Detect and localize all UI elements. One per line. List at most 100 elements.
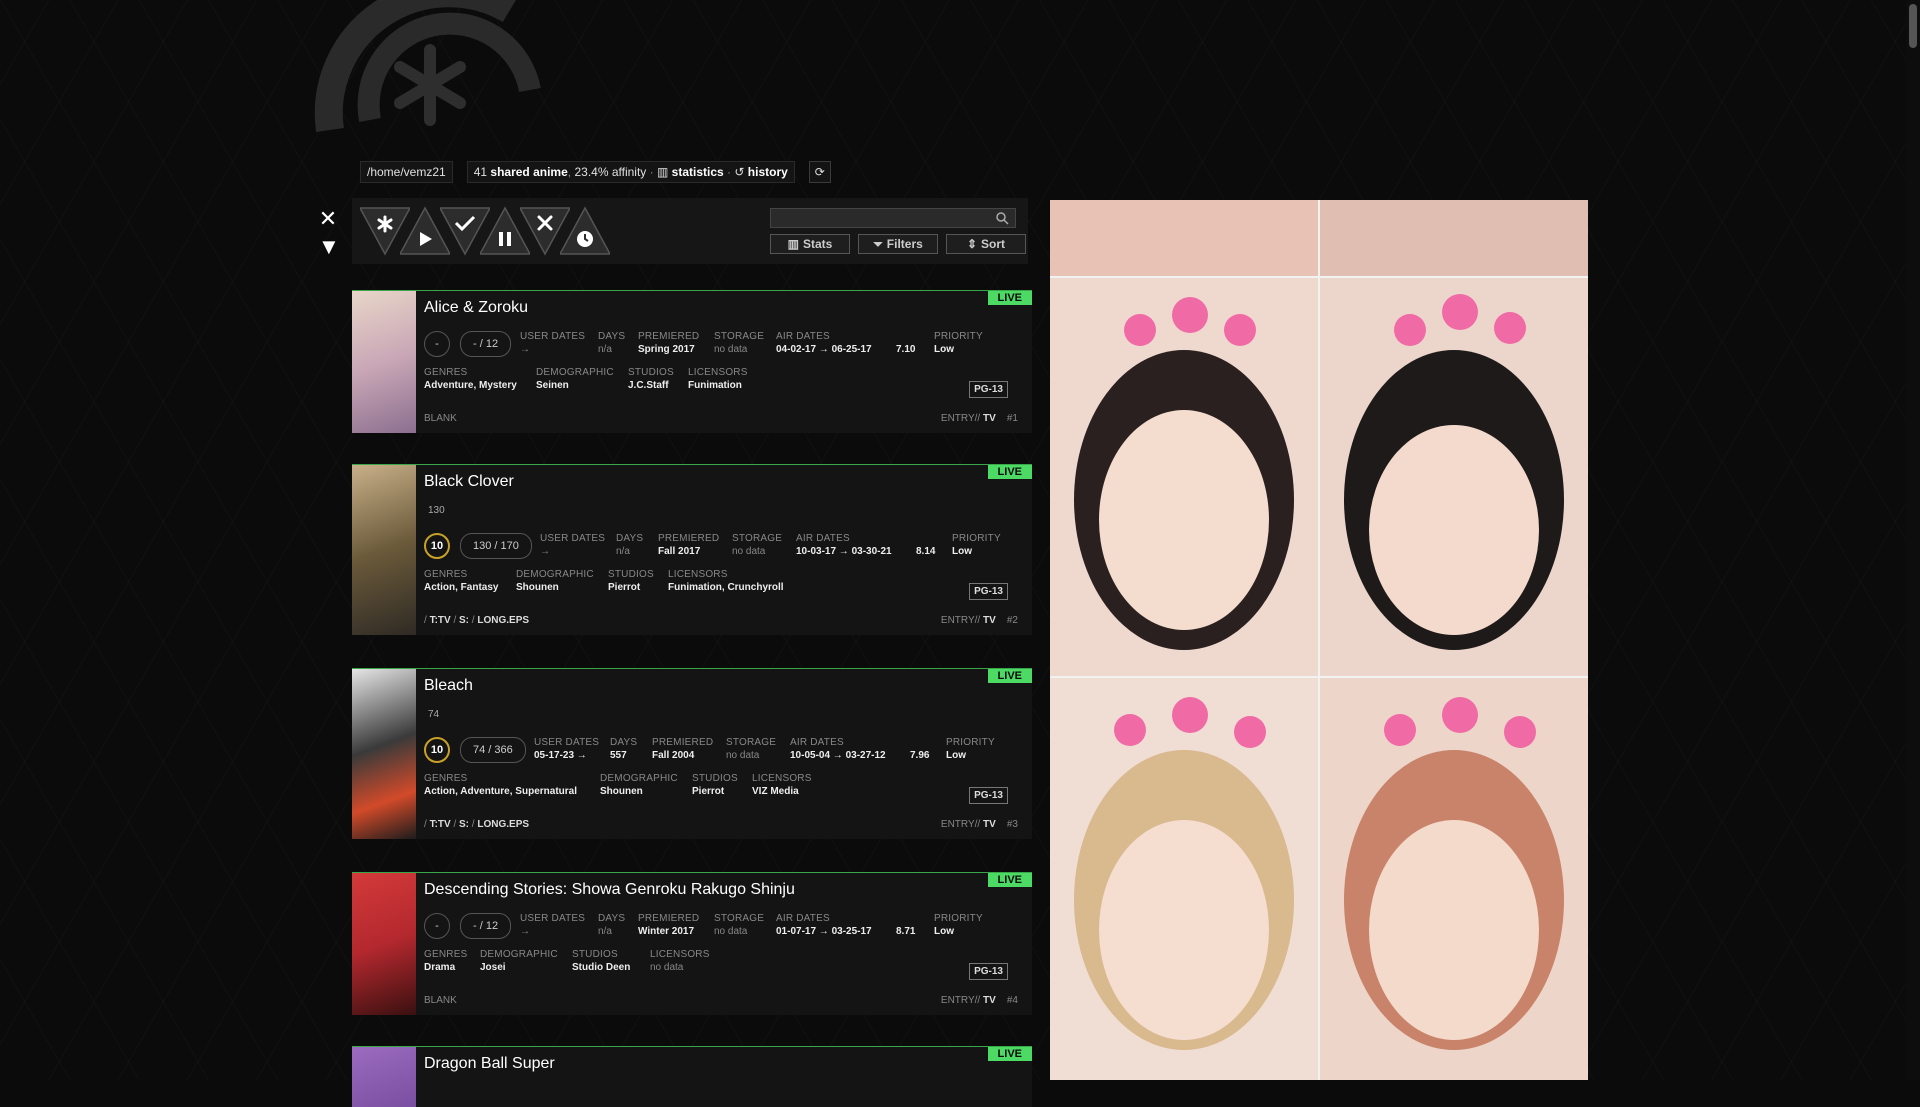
storage-field: STORAGE no data [732, 533, 783, 557]
mean-score: 7.96 [910, 750, 930, 761]
sort-icon: ⇕ [966, 237, 978, 251]
anime-card[interactable]: LIVE Descending Stories: Showa Genroku R… [352, 872, 1032, 1015]
anime-title[interactable]: Descending Stories: Showa Genroku Rakugo… [424, 881, 795, 899]
studios-field: STUDIOS J.C.Staff [628, 367, 674, 391]
demographic-field: DEMOGRAPHIC Josei [480, 949, 558, 973]
score-badge[interactable]: 10 [424, 737, 450, 763]
score-badge[interactable]: - [424, 913, 450, 939]
age-rating: PG-13 [969, 787, 1008, 804]
user-dates-field: USER DATES → [520, 913, 586, 937]
age-rating: PG-13 [969, 963, 1008, 980]
refresh-button[interactable]: ⟳ [808, 161, 831, 183]
status-badge: LIVE [987, 291, 1032, 305]
cover-image[interactable] [352, 873, 416, 1015]
entry-info: ENTRY// TV #4 [940, 995, 1018, 1006]
entry-info: ENTRY// TV #1 [940, 413, 1018, 424]
filters-label: Filters [886, 237, 923, 251]
cover-image[interactable] [352, 1047, 416, 1107]
days-field: DAYS 557 [610, 737, 638, 761]
affinity-value: 23.4% affinity [574, 165, 647, 179]
affinity-summary: 41 shared anime, 23.4% affinity · ▥ stat… [466, 161, 795, 183]
score-badge[interactable]: - [424, 331, 450, 357]
cover-image[interactable] [352, 291, 416, 433]
licensors-field: LICENSORS VIZ Media [752, 773, 812, 797]
history-link[interactable]: history [748, 165, 788, 179]
collapse-down-icon[interactable]: ▼ [318, 233, 340, 261]
anime-card[interactable]: LIVE Dragon Ball Super [352, 1046, 1032, 1107]
priority-field: PRIORITY Low [946, 737, 995, 761]
score-badge[interactable]: 10 [424, 533, 450, 559]
sort-label: Sort [981, 237, 1006, 251]
status-planned-button[interactable] [560, 206, 610, 256]
search-input[interactable] [770, 208, 1016, 228]
status-badge: LIVE [987, 1047, 1032, 1061]
genres-field: GENRES Drama [424, 949, 468, 973]
episode-counter[interactable]: 74 / 366 [460, 737, 526, 763]
shared-count: 41 [473, 165, 488, 179]
studios-field: STUDIOS Pierrot [692, 773, 738, 797]
user-dates-field: USER DATES 05-17-23 → [534, 737, 600, 761]
studios-field: STUDIOS Pierrot [608, 569, 654, 593]
age-rating: PG-13 [969, 583, 1008, 600]
age-rating: PG-13 [969, 381, 1008, 398]
air-dates-field: AIR DATES 10-03-17 → 03-30-21 [796, 533, 892, 557]
card-note: BLANK [424, 995, 457, 1006]
genres-field: GENRES Action, Fantasy [424, 569, 499, 593]
premiered-field: PREMIERED Fall 2004 [652, 737, 714, 761]
list-toolbar: ▥ Stats ⏷ Filters ⇕ Sort [352, 198, 1028, 264]
episode-counter[interactable]: - / 12 [460, 331, 512, 357]
studios-field: STUDIOS Studio Deen [572, 949, 631, 973]
shared-label: shared anime [490, 165, 568, 179]
premiered-field: PREMIERED Spring 2017 [638, 331, 700, 355]
clock-icon [577, 231, 593, 247]
cover-image[interactable] [352, 465, 416, 635]
close-icon[interactable]: ✕ [318, 205, 338, 233]
bar-chart-icon: ▥ [787, 237, 799, 251]
entry-info: ENTRY// TV #2 [940, 615, 1018, 626]
days-field: DAYS n/a [598, 331, 626, 355]
history-icon: ↺ [734, 165, 745, 179]
mean-score: 8.71 [896, 926, 916, 937]
anime-title[interactable]: Black Clover [424, 473, 514, 491]
anime-card[interactable]: LIVE Black Clover 130 10 130 / 170 USER … [352, 464, 1032, 635]
progress-count: 130 [428, 505, 445, 516]
card-tags: / T:TV / S: / LONG.EPS [424, 819, 530, 830]
demographic-field: DEMOGRAPHIC Seinen [536, 367, 614, 391]
chart-icon: ▥ [656, 165, 669, 179]
statistics-link[interactable]: statistics [672, 165, 724, 179]
sort-button[interactable]: ⇕ Sort [946, 234, 1026, 254]
card-tags: / T:TV / S: / LONG.EPS [424, 615, 530, 626]
priority-field: PRIORITY Low [934, 331, 983, 355]
cover-image[interactable] [352, 669, 416, 839]
premiered-field: PREMIERED Fall 2017 [658, 533, 720, 557]
air-dates-field: AIR DATES 01-07-17 → 03-25-17 [776, 913, 872, 937]
air-dates-field: AIR DATES 10-05-04 → 03-27-12 [790, 737, 886, 761]
funnel-icon: ⏷ [873, 236, 883, 251]
priority-field: PRIORITY Low [952, 533, 1001, 557]
licensors-field: LICENSORS Funimation [688, 367, 748, 391]
anime-card[interactable]: LIVE Alice & Zoroku - - / 12 USER DATES →… [352, 290, 1032, 433]
days-field: DAYS n/a [616, 533, 644, 557]
episode-counter[interactable]: 130 / 170 [460, 533, 532, 559]
anime-title[interactable]: Alice & Zoroku [424, 299, 528, 317]
stats-button[interactable]: ▥ Stats [770, 234, 850, 254]
anime-title[interactable]: Bleach [424, 677, 473, 695]
filters-button[interactable]: ⏷ Filters [858, 234, 938, 254]
stats-label: Stats [803, 237, 833, 251]
episode-counter[interactable]: - / 12 [460, 913, 512, 939]
scrollbar-thumb[interactable] [1909, 4, 1917, 48]
anime-title[interactable]: Dragon Ball Super [424, 1055, 555, 1073]
anime-card[interactable]: LIVE Bleach 74 10 74 / 366 USER DATES 05-… [352, 668, 1032, 839]
priority-field: PRIORITY Low [934, 913, 983, 937]
status-badge: LIVE [987, 669, 1032, 683]
profile-path[interactable]: /home/vemz21 [360, 161, 453, 183]
air-dates-field: AIR DATES 04-02-17 → 06-25-17 [776, 331, 872, 355]
refresh-icon: ⟳ [814, 165, 825, 179]
photo-collage-image [1050, 200, 1588, 1080]
user-dates-field: USER DATES → [520, 331, 586, 355]
status-badge: LIVE [987, 873, 1032, 887]
storage-field: STORAGE no data [714, 913, 765, 937]
mean-score: 8.14 [916, 546, 936, 557]
page-scrollbar[interactable] [1906, 0, 1920, 1080]
status-badge: LIVE [987, 465, 1032, 479]
